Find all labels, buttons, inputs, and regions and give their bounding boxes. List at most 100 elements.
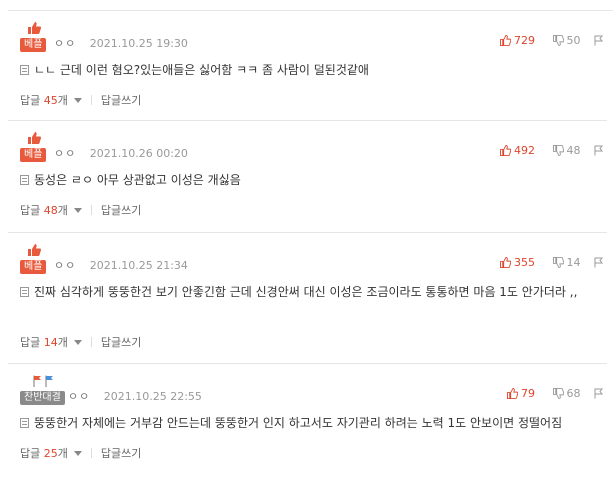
write-reply-button[interactable]: 답글쓰기 xyxy=(101,204,141,217)
thumbs-down-icon xyxy=(552,257,564,268)
upvote-count: 729 xyxy=(514,34,535,47)
comment-body: 진짜 심각하게 뚱뚱한건 보기 안좋긴함 근데 신경안써 대신 이성은 조금이라… xyxy=(34,285,578,299)
upvote-button[interactable]: 355 xyxy=(500,256,535,269)
comment-meta: ㅇㅇ 2021.10.25 22:55 xyxy=(68,388,202,404)
nickname[interactable]: ㅇㅇ xyxy=(68,390,90,403)
best-badge: 베플 xyxy=(20,244,47,274)
report-button[interactable] xyxy=(594,257,607,268)
reply-unit: 개 xyxy=(57,94,68,107)
downvote-button[interactable]: 48 xyxy=(552,144,581,157)
upvote-button[interactable]: 79 xyxy=(507,387,535,400)
reply-label: 답글 xyxy=(20,336,41,349)
downvote-button[interactable]: 68 xyxy=(552,387,581,400)
comment-text: 뚱뚱한거 자체에는 거부감 안드는데 뚱뚱한거 인지 하고서도 자기관리 하려는… xyxy=(20,413,607,433)
badge-label: 베플 xyxy=(20,148,47,162)
downvote-button[interactable]: 14 xyxy=(552,256,581,269)
thumbs-down-icon xyxy=(552,388,564,399)
comment-actions: 답글 48개 답글쓰기 xyxy=(20,202,141,218)
write-reply-button[interactable]: 답글쓰기 xyxy=(101,336,141,349)
reply-unit: 개 xyxy=(57,447,68,460)
report-button[interactable] xyxy=(594,145,607,156)
caret-down-icon xyxy=(73,208,82,213)
comment-divider xyxy=(8,120,607,121)
caret-down-icon xyxy=(73,98,82,103)
upvote-count: 355 xyxy=(514,256,535,269)
thumbs-up-icon xyxy=(28,22,41,34)
report-icon xyxy=(594,388,604,399)
reply-toggle[interactable]: 답글 45개 xyxy=(20,94,82,107)
reply-count: 14 xyxy=(43,336,58,349)
vote-group: 79 68 xyxy=(507,387,607,402)
reply-count: 45 xyxy=(43,94,58,107)
reply-label: 답글 xyxy=(20,94,41,107)
write-reply-button[interactable]: 답글쓰기 xyxy=(101,447,141,460)
badge-label: 베플 xyxy=(20,260,47,274)
thumbs-up-icon xyxy=(28,132,41,144)
reply-label: 답글 xyxy=(20,204,41,217)
upvote-button[interactable]: 492 xyxy=(500,144,535,157)
divider xyxy=(90,337,92,347)
reply-label: 답글 xyxy=(20,447,41,460)
top-divider xyxy=(8,10,613,11)
comment-actions: 답글 45개 답글쓰기 xyxy=(20,92,141,108)
upvote-button[interactable]: 729 xyxy=(500,34,535,47)
vote-group: 492 48 xyxy=(500,144,607,159)
caret-down-icon xyxy=(73,340,82,345)
comment-date: 2021.10.26 00:20 xyxy=(89,147,188,160)
report-icon xyxy=(594,35,604,46)
comment-text: 진짜 심각하게 뚱뚱한건 보기 안좋긴함 근데 신경안써 대신 이성은 조금이라… xyxy=(20,282,607,302)
thumbs-up-icon xyxy=(500,35,511,46)
caret-down-icon xyxy=(73,451,82,456)
reply-toggle[interactable]: 답글 48개 xyxy=(20,204,82,217)
reply-toggle[interactable]: 답글 25개 xyxy=(20,447,82,460)
comment-item: 찬반대결 ㅇㅇ 2021.10.25 22:55 79 68 뚱뚱한거 자체에는… xyxy=(20,375,607,475)
upvote-count: 79 xyxy=(521,387,535,400)
thumbs-down-icon xyxy=(552,145,564,156)
nickname[interactable]: ㅇㅇ xyxy=(54,147,76,160)
document-icon xyxy=(20,418,29,428)
divider xyxy=(90,95,92,105)
comment-meta: ㅇㅇ 2021.10.25 19:30 xyxy=(54,35,188,51)
divider xyxy=(90,448,92,458)
report-button[interactable] xyxy=(594,388,607,399)
reply-count: 48 xyxy=(43,204,58,217)
report-icon xyxy=(594,145,604,156)
write-reply-button[interactable]: 답글쓰기 xyxy=(101,94,141,107)
comment-actions: 답글 25개 답글쓰기 xyxy=(20,445,141,461)
report-icon xyxy=(594,257,604,268)
comment-actions: 답글 14개 답글쓰기 xyxy=(20,334,141,350)
downvote-count: 14 xyxy=(566,256,581,269)
nickname[interactable]: ㅇㅇ xyxy=(54,259,76,272)
downvote-count: 68 xyxy=(566,387,581,400)
comment-meta: ㅇㅇ 2021.10.26 00:20 xyxy=(54,145,188,161)
comment-divider xyxy=(8,232,607,233)
comment-body: ㄴㄴ 근데 이런 혐오?있는애들은 싫어함 ㅋㅋ 좀 사람이 덜된것같애 xyxy=(34,63,369,77)
comment-body: 뚱뚱한거 자체에는 거부감 안드는데 뚱뚱한거 인지 하고서도 자기관리 하려는… xyxy=(34,416,563,430)
report-button[interactable] xyxy=(594,35,607,46)
document-icon xyxy=(20,287,29,297)
badge-label: 베플 xyxy=(20,38,47,52)
vote-group: 729 50 xyxy=(500,34,607,49)
thumbs-up-icon xyxy=(500,257,511,268)
thumbs-up-icon xyxy=(500,145,511,156)
downvote-button[interactable]: 50 xyxy=(552,34,581,47)
flags-icon xyxy=(33,375,53,387)
comment-text: ㄴㄴ 근데 이런 혐오?있는애들은 싫어함 ㅋㅋ 좀 사람이 덜된것같애 xyxy=(20,60,607,80)
comment-meta: ㅇㅇ 2021.10.25 21:34 xyxy=(54,257,188,273)
nickname[interactable]: ㅇㅇ xyxy=(54,37,76,50)
thumbs-down-icon xyxy=(552,35,564,46)
reply-toggle[interactable]: 답글 14개 xyxy=(20,336,82,349)
best-badge: 베플 xyxy=(20,132,47,162)
best-badge: 베플 xyxy=(20,22,47,52)
comment-item: 베플 ㅇㅇ 2021.10.25 21:34 355 14 진짜 심각하게 뚱뚱… xyxy=(20,244,607,364)
vote-group: 355 14 xyxy=(500,256,607,271)
comment-date: 2021.10.25 19:30 xyxy=(89,37,188,50)
divider xyxy=(90,205,92,215)
thumbs-up-icon xyxy=(507,388,518,399)
reply-unit: 개 xyxy=(57,336,68,349)
comment-date: 2021.10.25 22:55 xyxy=(103,390,202,403)
pro-con-badge: 찬반대결 xyxy=(20,375,65,405)
downvote-count: 50 xyxy=(566,34,581,47)
downvote-count: 48 xyxy=(566,144,581,157)
thumbs-up-icon xyxy=(28,244,41,256)
